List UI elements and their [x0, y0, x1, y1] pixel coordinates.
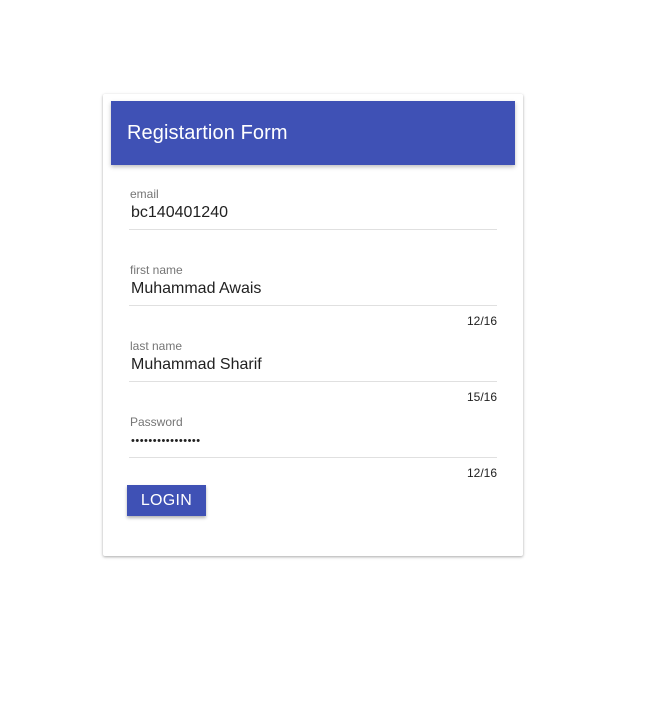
first-name-label: first name	[130, 263, 183, 277]
last-name-char-counter: 15/16	[466, 390, 497, 404]
last-name-underline	[129, 381, 497, 382]
email-underline	[129, 229, 497, 230]
registration-card: Registartion Form email first name 12/16…	[103, 94, 523, 556]
first-name-input[interactable]	[129, 277, 497, 301]
email-label: email	[130, 187, 159, 201]
password-char-counter: 12/16	[466, 466, 497, 480]
login-button[interactable]: LOGIN	[127, 485, 206, 516]
last-name-input[interactable]	[129, 353, 497, 377]
first-name-underline	[129, 305, 497, 306]
email-input[interactable]	[129, 201, 497, 225]
last-name-label: last name	[130, 339, 183, 353]
password-label: Password	[130, 415, 183, 429]
password-input[interactable]	[129, 429, 497, 453]
first-name-char-counter: 12/16	[466, 314, 497, 328]
password-underline	[129, 457, 497, 458]
form-header: Registartion Form	[111, 101, 515, 165]
form-title: Registartion Form	[127, 122, 288, 144]
